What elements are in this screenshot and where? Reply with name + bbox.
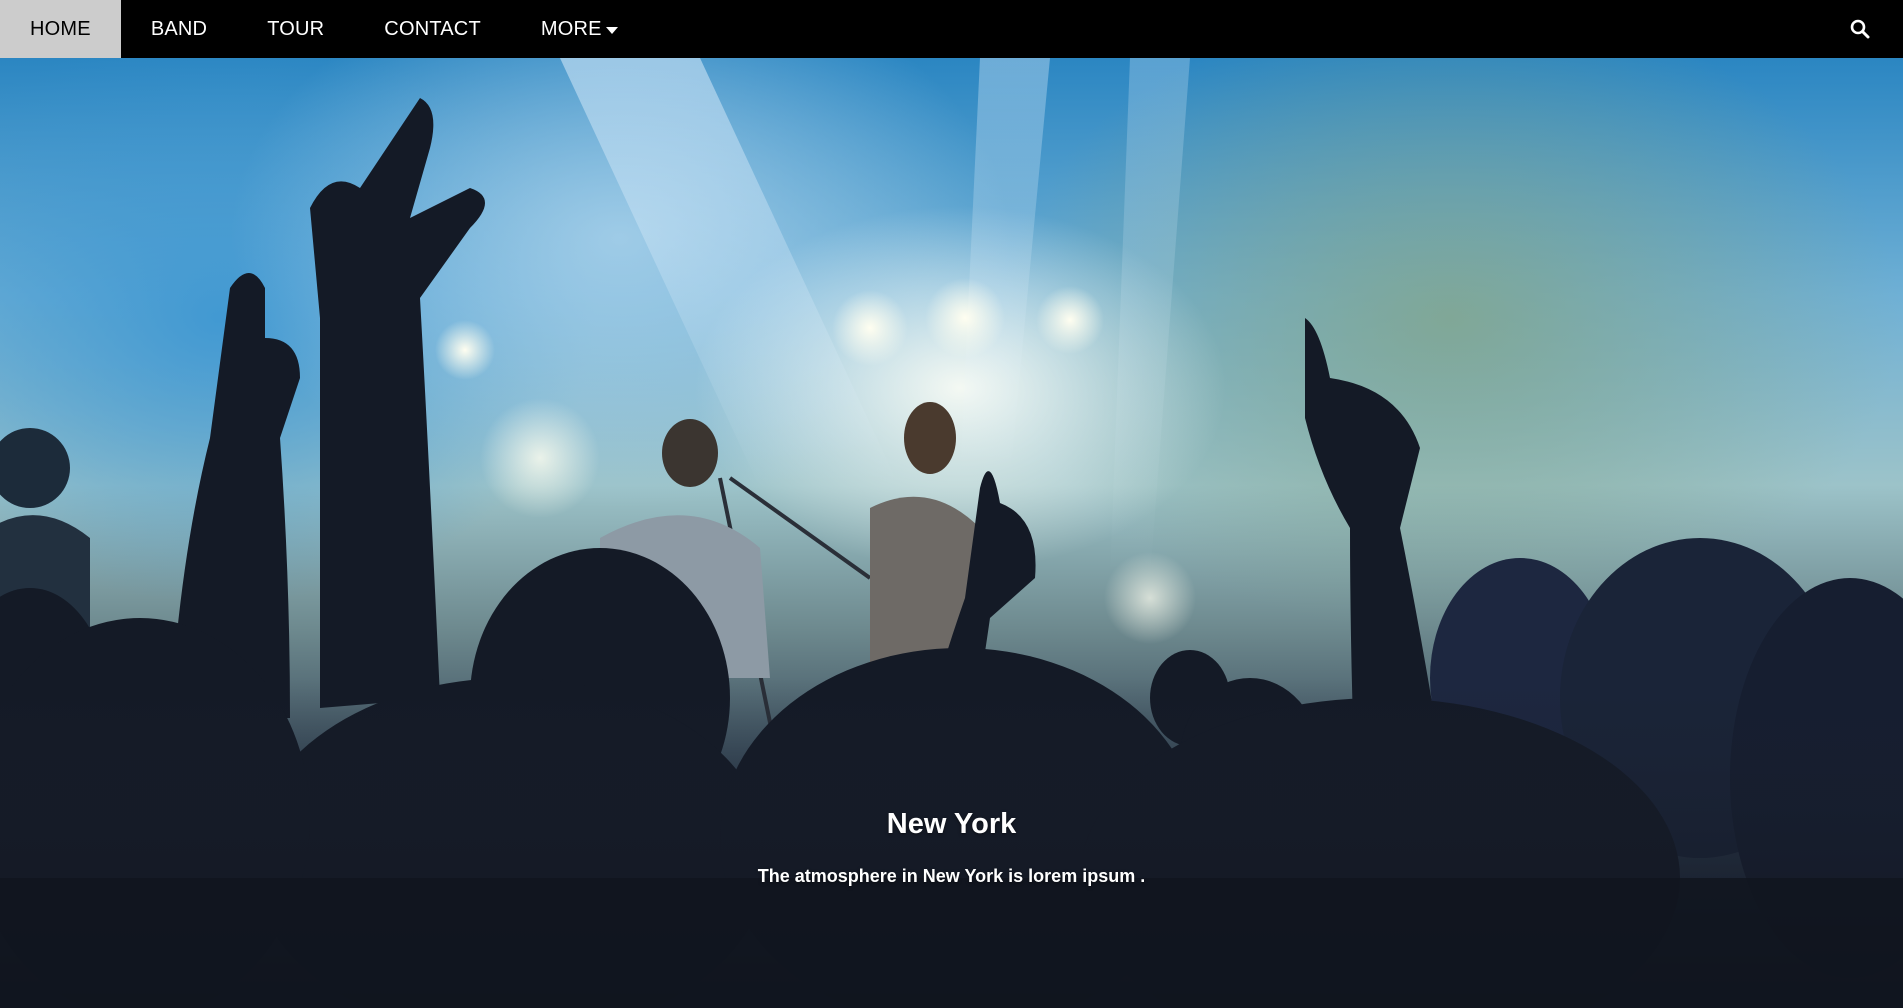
caret-down-icon [605, 26, 618, 34]
hero-caption-title: New York [886, 808, 1017, 840]
hero-slide: New York The atmosphere in New York is l… [0, 58, 1903, 1008]
search-icon [1850, 19, 1870, 39]
nav-item-tour[interactable]: TOUR [237, 0, 354, 58]
hero-caption-text: The atmosphere in New York is lorem ipsu… [757, 866, 1146, 886]
nav-item-band[interactable]: BAND [121, 0, 237, 58]
search-button[interactable] [1835, 0, 1885, 58]
nav-item-more-dropdown[interactable]: MORE [511, 0, 648, 58]
nav-menu: HOME BAND TOUR CONTACT MORE [0, 0, 648, 58]
nav-item-home[interactable]: HOME [0, 0, 121, 58]
top-navbar: HOME BAND TOUR CONTACT MORE [0, 0, 1903, 58]
nav-item-more-label: MORE [540, 17, 602, 40]
nav-item-contact[interactable]: CONTACT [354, 0, 511, 58]
